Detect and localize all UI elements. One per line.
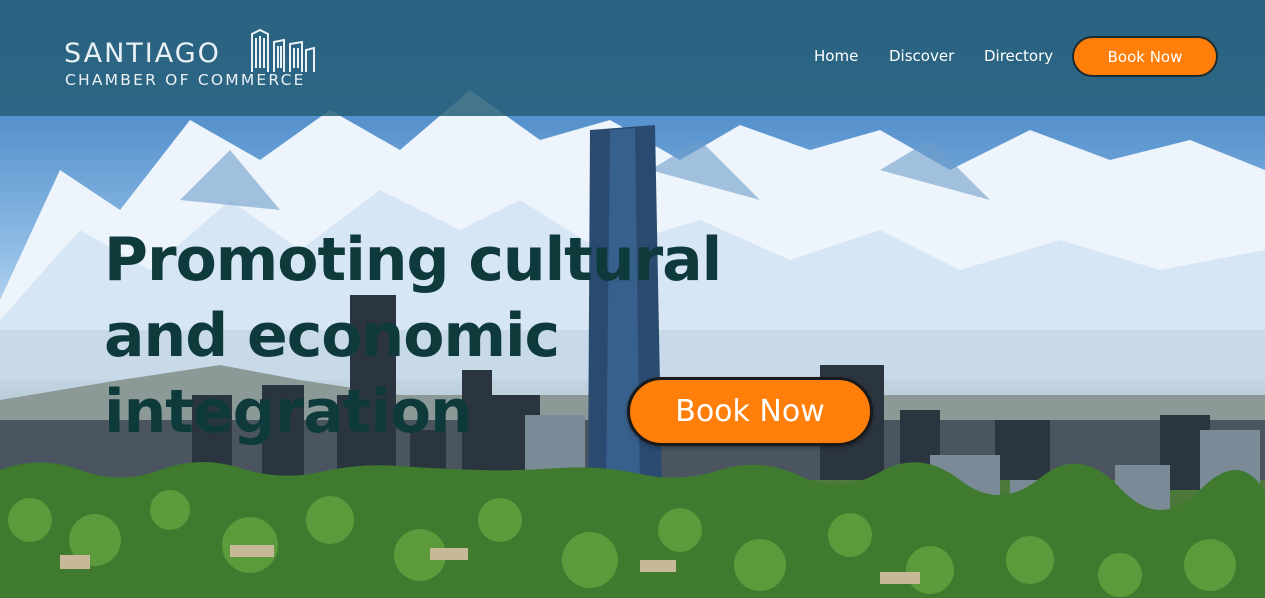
hero-book-now-button[interactable]: Book Now — [627, 377, 873, 446]
site-header: SANTIAGO CHAMBER OF COMMERCE Home Discov… — [0, 0, 1265, 116]
moon-icon[interactable] — [1239, 20, 1253, 36]
brand-name: SANTIAGO — [64, 38, 221, 69]
city-buildings-icon — [251, 28, 315, 72]
nav-discover[interactable]: Discover — [889, 47, 954, 65]
brand-logo[interactable]: SANTIAGO CHAMBER OF COMMERCE — [64, 28, 326, 92]
brand-tagline: CHAMBER OF COMMERCE — [65, 71, 306, 89]
header-book-now-button[interactable]: Book Now — [1072, 36, 1218, 77]
nav-directory[interactable]: Directory — [984, 47, 1053, 65]
nav-home[interactable]: Home — [814, 47, 858, 65]
